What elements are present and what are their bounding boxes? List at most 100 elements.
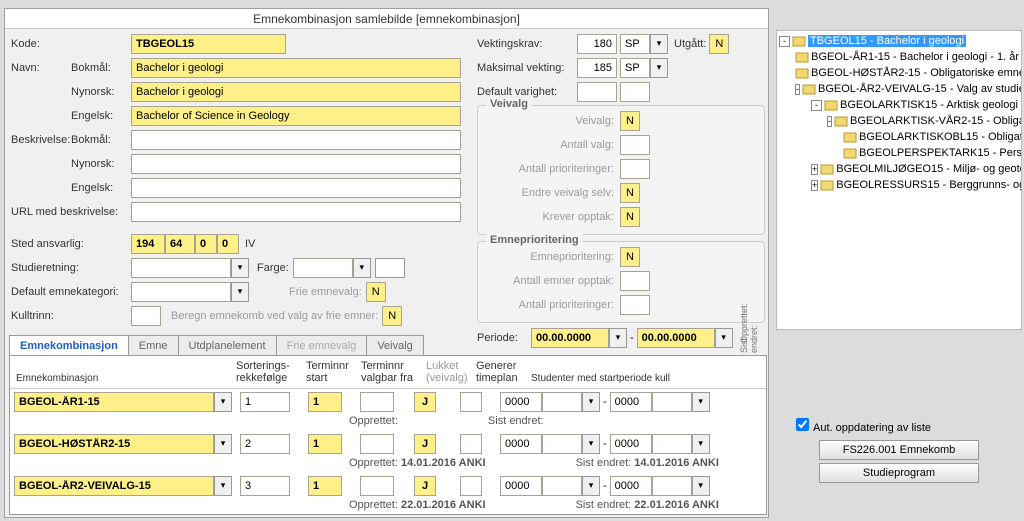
row-start2-input[interactable] (610, 476, 652, 496)
row-start1-dropdown[interactable]: ▾ (582, 392, 600, 412)
sted3-input[interactable] (195, 234, 217, 254)
tree-toggle[interactable]: - (795, 84, 800, 95)
row-start2-input[interactable] (610, 434, 652, 454)
vektingskrav-unit[interactable] (620, 34, 650, 54)
beskrivelse-nynorsk-input[interactable] (131, 154, 461, 174)
tree-node[interactable]: -BGEOL-ÅR2-VEIVALG-15 - Valg av studiere (779, 81, 1019, 97)
kode-input[interactable] (131, 34, 286, 54)
row-start1-dropdown[interactable]: ▾ (582, 434, 600, 454)
veivalg-input[interactable] (620, 111, 640, 131)
row-start2b-input[interactable] (652, 476, 692, 496)
row-start2-dropdown[interactable]: ▾ (692, 434, 710, 454)
tab-veivalg[interactable]: Veivalg (366, 335, 423, 356)
row-start2b-input[interactable] (652, 434, 692, 454)
tree-node[interactable]: +BGEOLMILJØGEO15 - Miljø- og geotekno (779, 161, 1019, 177)
row-valgbar-input[interactable] (360, 476, 394, 496)
tree-panel[interactable]: -TBGEOL15 - Bachelor i geologiBGEOL-ÅR1-… (776, 30, 1022, 330)
emneprior-input[interactable] (620, 247, 640, 267)
tree-toggle[interactable]: - (811, 100, 822, 111)
sted4-input[interactable] (217, 234, 239, 254)
auto-update-checkbox[interactable] (796, 418, 809, 431)
row-start1-input[interactable] (500, 392, 542, 412)
tree-node[interactable]: -TBGEOL15 - Bachelor i geologi (779, 33, 1019, 49)
row-name-input[interactable] (14, 392, 214, 412)
tab-emne[interactable]: Emne (128, 335, 179, 356)
maksvekting-dropdown[interactable]: ▾ (650, 58, 668, 78)
defaultkat-dropdown[interactable]: ▾ (231, 282, 249, 302)
tree-node[interactable]: BGEOL-ÅR1-15 - Bachelor i geologi - 1. å… (779, 49, 1019, 65)
row-start1-dropdown[interactable]: ▾ (582, 476, 600, 496)
row-lukket-input[interactable] (414, 476, 436, 496)
row-term-input[interactable] (308, 392, 342, 412)
maksvekting-unit[interactable] (620, 58, 650, 78)
beskrivelse-engelsk-input[interactable] (131, 178, 461, 198)
farge-dropdown[interactable]: ▾ (353, 258, 371, 278)
row-start1b-input[interactable] (542, 476, 582, 496)
row-start2-input[interactable] (610, 392, 652, 412)
tree-node[interactable]: BGEOLPERSPEKTARK15 - Pers (779, 145, 1019, 161)
antallemner-input[interactable] (620, 271, 650, 291)
utgatt-input[interactable] (709, 34, 729, 54)
vektingskrav-input[interactable] (577, 34, 617, 54)
url-input[interactable] (131, 202, 461, 222)
row-name-dropdown[interactable]: ▾ (214, 392, 232, 412)
sted2-input[interactable] (165, 234, 195, 254)
row-valgbar-input[interactable] (360, 434, 394, 454)
row-start2b-input[interactable] (652, 392, 692, 412)
row-start1-input[interactable] (500, 476, 542, 496)
row-start1-input[interactable] (500, 434, 542, 454)
row-term-input[interactable] (308, 476, 342, 496)
row-name-dropdown[interactable]: ▾ (214, 434, 232, 454)
row-generer-input[interactable] (460, 476, 482, 496)
row-start2-dropdown[interactable]: ▾ (692, 476, 710, 496)
row-start1b-input[interactable] (542, 392, 582, 412)
row-start2-dropdown[interactable]: ▾ (692, 392, 710, 412)
tab-emnekombinasjon[interactable]: Emnekombinasjon (9, 335, 129, 356)
row-valgbar-input[interactable] (360, 392, 394, 412)
tree-node[interactable]: -BGEOLARKTISK15 - Arktisk geologi (779, 97, 1019, 113)
studieretning-input[interactable] (131, 258, 231, 278)
tree-toggle[interactable]: + (811, 164, 818, 175)
row-name-input[interactable] (14, 434, 214, 454)
row-lukket-input[interactable] (414, 392, 436, 412)
beregn-input[interactable] (382, 306, 402, 326)
row-lukket-input[interactable] (414, 434, 436, 454)
row-generer-input[interactable] (460, 392, 482, 412)
tree-node[interactable]: -BGEOLARKTISK-VÅR2-15 - Obligat (779, 113, 1019, 129)
tree-toggle[interactable]: - (779, 36, 790, 47)
tree-node[interactable]: +BGEOLRESSURS15 - Berggrunns- og re (779, 177, 1019, 193)
tree-node[interactable]: BGEOL-HØSTÅR2-15 - Obligatoriske emner (779, 65, 1019, 81)
kulltrinn-input[interactable] (131, 306, 161, 326)
studieprogram-button[interactable]: Studieprogram (819, 463, 979, 483)
row-generer-input[interactable] (460, 434, 482, 454)
navn-engelsk-input[interactable] (131, 106, 461, 126)
vektingskrav-dropdown[interactable]: ▾ (650, 34, 668, 54)
antallvalg-input[interactable] (620, 135, 650, 155)
row-start1b-input[interactable] (542, 434, 582, 454)
tree-toggle[interactable]: + (811, 180, 818, 191)
row-name-input[interactable] (14, 476, 214, 496)
tab-utdplanelement[interactable]: Utdplanelement (178, 335, 277, 356)
row-sort-input[interactable] (240, 392, 290, 412)
sted1-input[interactable] (131, 234, 165, 254)
frieemnevalg-input[interactable] (366, 282, 386, 302)
defaultvarighet-unit[interactable] (620, 82, 650, 102)
antallprior2-input[interactable] (620, 295, 650, 315)
row-term-input[interactable] (308, 434, 342, 454)
row-name-dropdown[interactable]: ▾ (214, 476, 232, 496)
farge-input[interactable] (293, 258, 353, 278)
beskrivelse-bokmal-input[interactable] (131, 130, 461, 150)
maksvekting-input[interactable] (577, 58, 617, 78)
row-sort-input[interactable] (240, 434, 290, 454)
antallprior-input[interactable] (620, 159, 650, 179)
tab-frieemnevalg[interactable]: Frie emnevalg (276, 335, 368, 356)
defaultvarighet-input[interactable] (577, 82, 617, 102)
kreveropptak-input[interactable] (620, 207, 640, 227)
defaultkat-input[interactable] (131, 282, 231, 302)
navn-nynorsk-input[interactable] (131, 82, 461, 102)
row-sort-input[interactable] (240, 476, 290, 496)
tree-toggle[interactable]: - (827, 116, 832, 127)
fs226-button[interactable]: FS226.001 Emnekomb (819, 440, 979, 460)
endreveivalg-input[interactable] (620, 183, 640, 203)
tree-node[interactable]: BGEOLARKTISKOBL15 - Obligat (779, 129, 1019, 145)
